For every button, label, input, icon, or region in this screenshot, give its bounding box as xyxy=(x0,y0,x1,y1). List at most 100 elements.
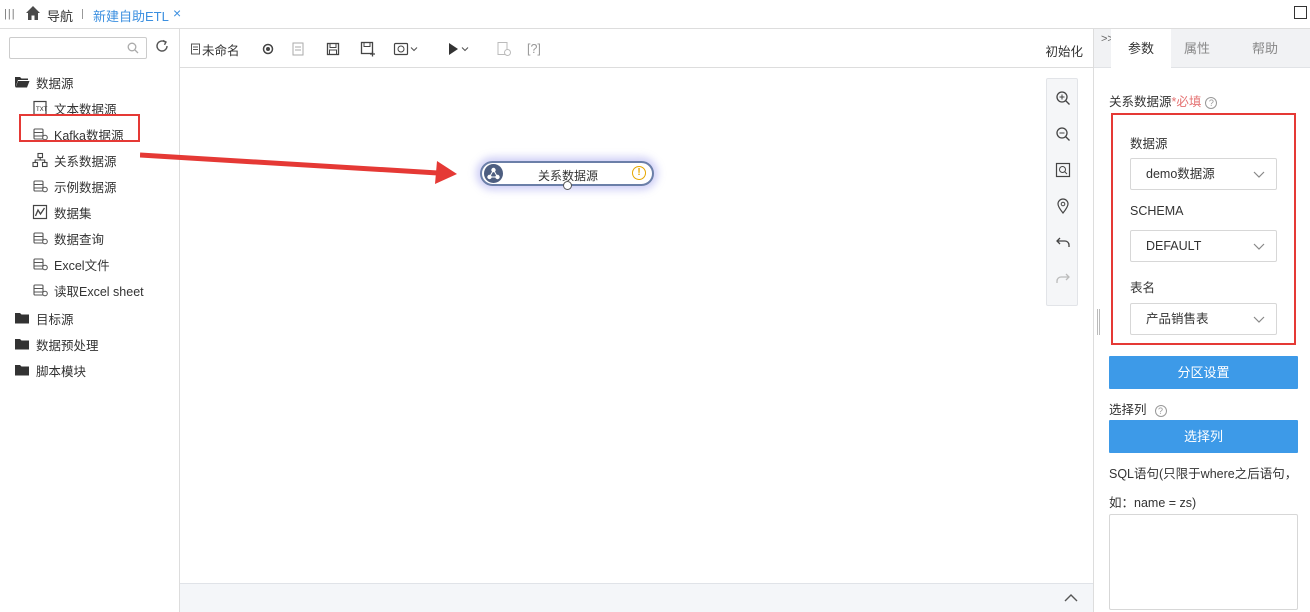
chevron-down-icon xyxy=(1253,171,1265,178)
tab-params[interactable]: 参数 xyxy=(1111,29,1171,68)
table-label: 表名 xyxy=(1130,281,1156,295)
db-source-icon xyxy=(33,284,48,297)
etl-node-relational-source[interactable]: 关系数据源 ! xyxy=(480,161,654,190)
node-type-icon xyxy=(484,164,503,183)
search-input[interactable] xyxy=(14,38,124,58)
nav-tab[interactable]: 导航 xyxy=(47,6,73,25)
sql-textarea[interactable] xyxy=(1109,514,1298,610)
schema-label: SCHEMA xyxy=(1130,204,1184,218)
relational-source-icon xyxy=(32,152,48,168)
save-as-icon[interactable] xyxy=(360,40,376,58)
tree-label: 数据集 xyxy=(54,206,92,221)
tree-item-excel-sheet[interactable]: 读取Excel sheet xyxy=(32,279,144,301)
sql-label-line2: 如：name = zs) xyxy=(1109,496,1197,510)
tab-properties[interactable]: 属性 xyxy=(1167,29,1227,68)
table-value: 产品销售表 xyxy=(1146,312,1209,326)
maximize-icon[interactable] xyxy=(1294,6,1307,19)
close-tab-icon[interactable]: × xyxy=(173,5,181,21)
tree-folder-datasource[interactable]: 数据源 xyxy=(14,71,74,93)
top-tab-bar: ||| 导航 新建自助ETL × xyxy=(0,0,1310,29)
red-arrow-annotation xyxy=(140,152,457,184)
section-label: 关系数据源 xyxy=(1109,95,1172,109)
tree-label: 数据预处理 xyxy=(36,338,99,353)
folder-icon xyxy=(15,339,29,350)
select-columns-title: 选择列? xyxy=(1109,399,1167,418)
tree-label: 数据源 xyxy=(36,76,74,91)
chevron-down-icon xyxy=(1253,243,1265,250)
help-circle-icon[interactable]: ? xyxy=(1205,97,1218,109)
location-icon[interactable] xyxy=(1055,198,1071,214)
tree-label: 示例数据源 xyxy=(54,180,117,195)
sql-label-line1: SQL语句(只限于where之后语句， xyxy=(1109,467,1298,481)
table-select[interactable]: 产品销售表 xyxy=(1130,303,1277,335)
schema-select[interactable]: DEFAULT xyxy=(1130,230,1277,262)
tree-label: Excel文件 xyxy=(54,258,110,273)
select-columns-button[interactable]: 选择列 xyxy=(1109,420,1298,453)
tree-label: 脚本模块 xyxy=(36,364,87,379)
redo-icon[interactable] xyxy=(1055,270,1071,286)
properties-tabs: >> 参数 属性 帮助 xyxy=(1094,29,1310,68)
tab-help[interactable]: 帮助 xyxy=(1235,29,1295,68)
folder-icon xyxy=(15,313,29,324)
svg-text:TXT: TXT xyxy=(35,106,48,113)
warning-icon[interactable]: ! xyxy=(632,166,646,180)
partition-settings-button[interactable]: 分区设置 xyxy=(1109,356,1298,389)
datasource-value: demo数据源 xyxy=(1146,167,1215,181)
db-source-icon xyxy=(33,180,48,193)
canvas-side-tools xyxy=(1046,78,1078,306)
tree-label: 读取Excel sheet xyxy=(54,284,144,299)
panel-splitter-handle[interactable] xyxy=(1097,309,1100,335)
run-dropdown[interactable] xyxy=(447,40,471,58)
datasource-select[interactable]: demo数据源 xyxy=(1130,158,1277,190)
tree-folder-script[interactable]: 脚本模块 xyxy=(14,359,86,381)
grip-icon[interactable]: ||| xyxy=(4,8,16,20)
play-icon xyxy=(449,43,458,55)
folder-open-icon xyxy=(15,77,30,88)
schedule-icon xyxy=(393,42,409,56)
search-box xyxy=(9,37,147,59)
schedule-dropdown[interactable] xyxy=(393,40,419,58)
history-icon[interactable] xyxy=(496,40,512,58)
rename-button[interactable]: 未命名 xyxy=(190,40,240,58)
required-label: *必填 xyxy=(1171,95,1202,109)
toolbar: 未命名 [?] 初始化 xyxy=(180,29,1093,68)
tree-item-sample-source[interactable]: 示例数据源 xyxy=(32,175,117,197)
zoom-out-icon[interactable] xyxy=(1055,126,1071,142)
chevron-up-icon[interactable] xyxy=(1063,592,1079,604)
chevron-down-icon xyxy=(461,47,469,52)
schema-value: DEFAULT xyxy=(1146,239,1202,253)
etl-name-label: 未命名 xyxy=(202,43,240,58)
help-circle-icon[interactable]: ? xyxy=(1154,405,1167,417)
tree-label: 目标源 xyxy=(36,312,74,327)
file-icon xyxy=(191,43,200,55)
canvas-footer xyxy=(180,583,1093,612)
highlight-box-tree xyxy=(19,114,140,142)
tree-folder-preprocess[interactable]: 数据预处理 xyxy=(14,333,99,355)
node-output-port[interactable] xyxy=(563,181,572,190)
tree-item-dataset[interactable]: 数据集 xyxy=(32,201,92,223)
folder-icon xyxy=(15,365,29,376)
settings-icon[interactable] xyxy=(261,40,275,58)
tree-label: 数据查询 xyxy=(54,232,105,247)
fit-view-icon[interactable] xyxy=(1055,162,1071,178)
tree-item-relational-source[interactable]: 关系数据源 xyxy=(32,149,117,171)
save-icon[interactable] xyxy=(326,40,340,58)
db-source-icon xyxy=(33,232,48,245)
tab-divider xyxy=(82,9,83,19)
tree-item-data-query[interactable]: 数据查询 xyxy=(32,227,104,249)
tree-label: 关系数据源 xyxy=(54,154,117,169)
refresh-icon[interactable] xyxy=(154,38,170,54)
tree-folder-target[interactable]: 目标源 xyxy=(14,307,74,329)
undo-icon[interactable] xyxy=(1055,234,1071,250)
chevron-down-icon xyxy=(1253,316,1265,323)
search-icon[interactable] xyxy=(127,42,139,54)
home-icon[interactable] xyxy=(25,5,41,21)
select-columns-label: 选择列 xyxy=(1109,403,1147,417)
reset-button[interactable]: 初始化 xyxy=(1045,41,1083,60)
help-button[interactable]: [?] xyxy=(527,40,541,58)
document-icon[interactable] xyxy=(291,40,305,58)
tree-item-excel-file[interactable]: Excel文件 xyxy=(32,253,110,275)
zoom-in-icon[interactable] xyxy=(1055,90,1071,106)
tab-new-etl[interactable]: 新建自助ETL xyxy=(93,6,169,25)
section-title: 关系数据源*必填? xyxy=(1109,91,1218,110)
